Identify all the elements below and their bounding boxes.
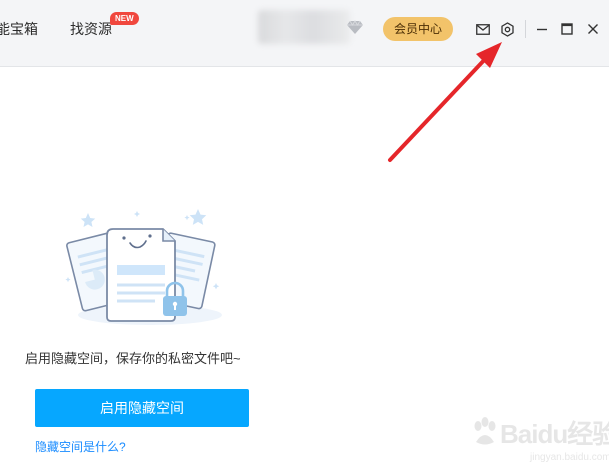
watermark: Baidu经验 jingyan.baidu.com	[470, 408, 609, 470]
mail-icon[interactable]	[474, 20, 492, 38]
nav-item-find-resources[interactable]: 找资源	[70, 19, 112, 39]
diamond-icon	[347, 20, 363, 34]
watermark-url: jingyan.baidu.com	[530, 452, 609, 463]
maximize-icon[interactable]	[558, 20, 576, 38]
nav-item-toolbox[interactable]: 能宝箱	[0, 19, 38, 39]
minimize-icon[interactable]	[533, 20, 551, 38]
enable-hidden-space-button[interactable]: 启用隐藏空间	[35, 389, 249, 427]
vip-center-button[interactable]: 会员中心	[383, 17, 453, 41]
new-badge: NEW	[110, 12, 139, 25]
settings-icon[interactable]	[498, 20, 516, 38]
user-name-blurred[interactable]	[258, 10, 350, 44]
watermark-text: Baidu经验	[500, 419, 609, 449]
hidden-space-illustration	[65, 209, 222, 325]
what-is-hidden-space-link[interactable]: 隐藏空间是什么?	[35, 438, 126, 455]
title-bar: 能宝箱 找资源 NEW 会员中心	[0, 0, 609, 67]
hidden-space-hint-text: 启用隐藏空间，保存你的私密文件吧~	[25, 351, 241, 366]
close-icon[interactable]	[584, 20, 602, 38]
title-bar-divider	[525, 20, 526, 38]
paw-logo-icon	[474, 417, 496, 445]
